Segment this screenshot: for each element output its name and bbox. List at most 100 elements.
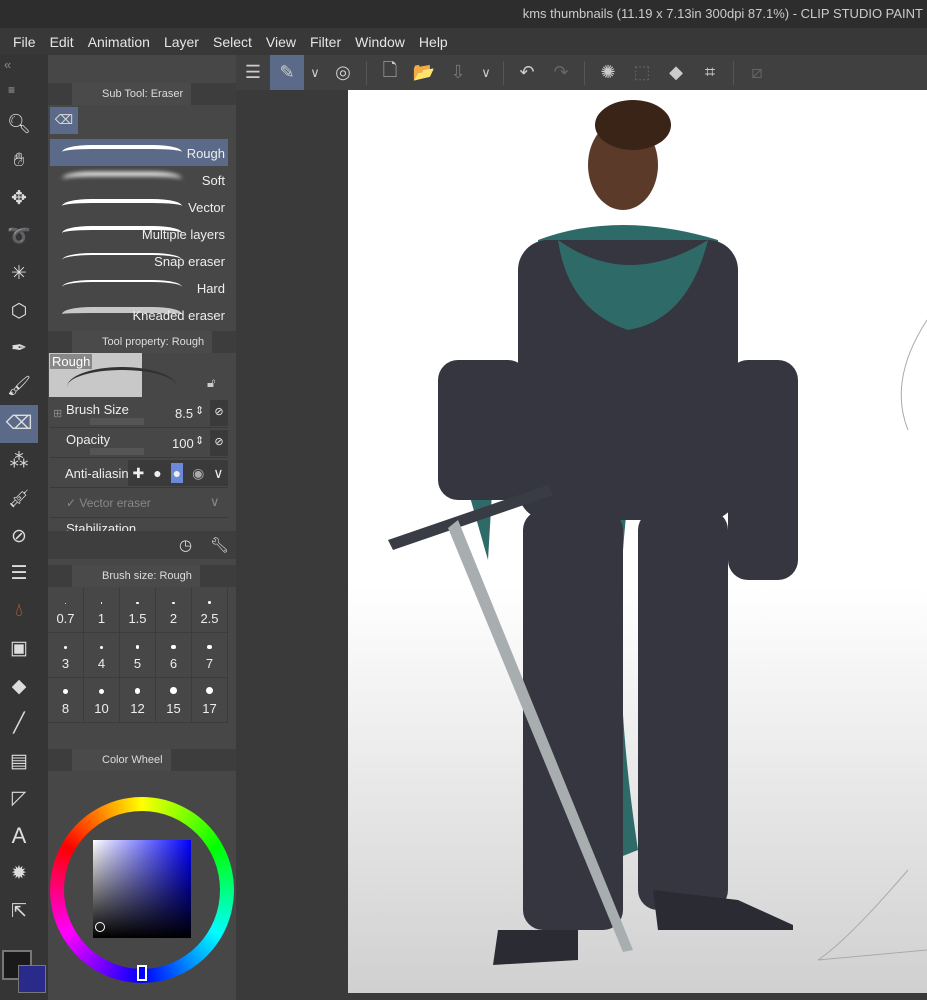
brush-size-preset[interactable]: 0.7 xyxy=(48,588,84,633)
brush-size-preset[interactable]: 15 xyxy=(156,678,192,723)
line-icon[interactable]: ╱ xyxy=(0,705,38,743)
drawing-canvas[interactable] xyxy=(348,90,927,993)
pen-icon[interactable]: ✒ xyxy=(0,330,38,368)
magic-wand-icon[interactable]: ✳ xyxy=(0,255,38,293)
sub-tool-vector[interactable]: Vector xyxy=(50,193,228,220)
gradient-icon[interactable]: ▣ xyxy=(0,630,38,668)
brush-size-preset[interactable]: 8 xyxy=(48,678,84,723)
panel-menu-icon[interactable]: ≡ xyxy=(8,83,15,97)
save-icon[interactable]: ⇩ xyxy=(441,55,475,90)
brush-size-tab[interactable]: Brush size: Rough xyxy=(72,565,200,587)
collapse-icon[interactable]: « xyxy=(4,57,11,72)
frame-icon[interactable]: ▤ xyxy=(0,743,38,781)
brush-size-preset[interactable]: 10 xyxy=(84,678,120,723)
sub-tool-tab[interactable]: Sub Tool: Eraser xyxy=(72,83,192,105)
brush-size-preset[interactable]: 1.5 xyxy=(120,588,156,633)
brush-size-preset[interactable]: 17 xyxy=(192,678,228,723)
brush-size-preset[interactable]: 4 xyxy=(84,633,120,678)
eraser-icon[interactable]: ⌫ xyxy=(0,405,38,443)
menu-animation[interactable]: Animation xyxy=(88,34,150,50)
menu-view[interactable]: View xyxy=(266,34,296,50)
airbrush-icon[interactable]: ⁂ xyxy=(0,443,38,481)
zoom-icon[interactable]: 🔍︎ xyxy=(0,105,38,143)
brush-size-preset[interactable]: 1 xyxy=(84,588,120,633)
dropper-icon[interactable]: 💉︎ xyxy=(0,480,38,518)
opacity-value[interactable]: 100 xyxy=(172,436,194,451)
anti-aliasing-options[interactable]: ✚ ● ● ◉ ∨ xyxy=(128,460,228,486)
aa-strong-icon[interactable]: ◉ xyxy=(192,465,204,482)
menu-window[interactable]: Window xyxy=(355,34,405,50)
brush-size-slider[interactable] xyxy=(90,418,144,425)
brush-size-preset[interactable]: 6 xyxy=(156,633,192,678)
chevron-down-icon[interactable]: ∨ xyxy=(304,55,326,90)
brush-size-preset[interactable]: 2.5 xyxy=(192,588,228,633)
blend-icon[interactable]: ⊘ xyxy=(0,518,38,556)
eraser-group-icon[interactable]: ⌫ xyxy=(50,107,78,134)
hamburger-menu-icon[interactable]: ☰ xyxy=(236,55,270,90)
loading-icon[interactable]: ✺ xyxy=(591,55,625,90)
text-icon[interactable]: A xyxy=(0,818,38,856)
ruler-icon[interactable]: ◸ xyxy=(0,780,38,818)
aa-none-icon[interactable]: ✚ xyxy=(132,465,144,482)
fill-icon[interactable]: ◆ xyxy=(659,55,693,90)
undo-icon[interactable]: ↶ xyxy=(510,55,544,90)
balloon-icon[interactable]: ✹ xyxy=(0,855,38,893)
color-cursor[interactable] xyxy=(95,922,105,932)
vector-eraser-checkbox[interactable]: ✓ Vector eraser xyxy=(66,496,151,510)
pressure-icon[interactable]: ⊘ xyxy=(210,430,228,456)
aa-weak-icon[interactable]: ● xyxy=(153,465,161,481)
saturation-value-square[interactable] xyxy=(93,840,191,938)
chevron-down-icon[interactable]: ∨ xyxy=(475,55,497,90)
color-fill-icon[interactable]: 💧︎ xyxy=(0,593,38,631)
hand-icon[interactable]: ✋︎ xyxy=(0,143,38,181)
sub-tool-hard[interactable]: Hard xyxy=(50,274,228,301)
wrench-icon[interactable]: 🔧︎ xyxy=(210,536,229,554)
sub-tool-rough[interactable]: Rough xyxy=(50,139,228,166)
menu-lines-icon[interactable]: ☰ xyxy=(0,555,38,593)
edit-mode-icon[interactable]: ✎ xyxy=(270,55,304,90)
brush-size-preset[interactable]: 3 xyxy=(48,633,84,678)
opacity-slider[interactable] xyxy=(90,448,144,455)
menu-filter[interactable]: Filter xyxy=(310,34,341,50)
brush-size-preset[interactable]: 2 xyxy=(156,588,192,633)
open-folder-icon[interactable]: 📂 xyxy=(407,55,441,90)
deselect-icon[interactable]: ⧄ xyxy=(740,55,774,90)
new-file-icon[interactable]: 🗋 xyxy=(373,55,407,90)
object-icon[interactable]: ⬡ xyxy=(0,293,38,331)
fill-bucket-icon[interactable]: ◆ xyxy=(0,668,38,706)
chevron-down-icon[interactable]: ∨ xyxy=(213,465,223,482)
clip-studio-icon[interactable]: ◎ xyxy=(326,55,360,90)
brush-size-preset[interactable]: 5 xyxy=(120,633,156,678)
sub-tool-soft[interactable]: Soft xyxy=(50,166,228,193)
menu-select[interactable]: Select xyxy=(213,34,252,50)
color-wheel[interactable] xyxy=(50,797,234,983)
color-wheel-tab[interactable]: Color Wheel xyxy=(72,749,171,771)
menu-file[interactable]: File xyxy=(13,34,36,50)
menu-edit[interactable]: Edit xyxy=(50,34,74,50)
pressure-icon[interactable]: ⊘ xyxy=(210,400,228,426)
brush-size-value[interactable]: 8.5 xyxy=(175,406,193,421)
spinner-icon[interactable]: ⇕ xyxy=(195,404,204,417)
aa-medium-icon[interactable]: ● xyxy=(170,463,184,483)
menu-layer[interactable]: Layer xyxy=(164,34,199,50)
correct-line-icon[interactable]: ⇱ xyxy=(0,893,38,931)
brush-icon[interactable]: 🖌︎ xyxy=(0,368,38,406)
spinner-icon[interactable]: ⇕ xyxy=(195,434,204,447)
sub-tool-kneaded-eraser[interactable]: Kneaded eraser xyxy=(50,301,228,328)
sub-tool-multiple-layers[interactable]: Multiple layers xyxy=(50,220,228,247)
sub-tool-snap-eraser[interactable]: Snap eraser xyxy=(50,247,228,274)
transform-icon[interactable]: ⌗ xyxy=(693,55,727,90)
brush-size-preset[interactable]: 7 xyxy=(192,633,228,678)
lasso-icon[interactable]: ➰ xyxy=(0,218,38,256)
move-icon[interactable]: ✥ xyxy=(0,180,38,218)
reset-icon[interactable]: ◷ xyxy=(179,536,192,554)
expand-icon[interactable]: ⊞ xyxy=(53,407,62,420)
lock-icon[interactable]: 🔓︎ xyxy=(207,375,215,391)
redo-icon[interactable]: ↷ xyxy=(544,55,578,90)
selection-icon[interactable]: ⬚ xyxy=(625,55,659,90)
hue-handle[interactable] xyxy=(137,965,147,981)
sub-color-swatch[interactable] xyxy=(18,965,46,993)
brush-size-preset[interactable]: 12 xyxy=(120,678,156,723)
menu-help[interactable]: Help xyxy=(419,34,448,50)
tool-property-tab[interactable]: Tool property: Rough xyxy=(72,331,213,353)
